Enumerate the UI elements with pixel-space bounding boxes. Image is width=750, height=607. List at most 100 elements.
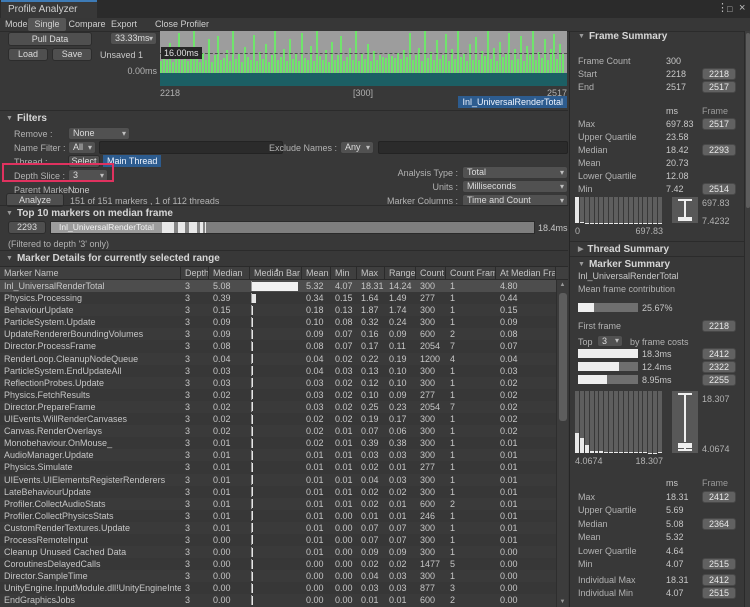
frame-link-button[interactable]: 2515 bbox=[702, 558, 736, 570]
table-row[interactable]: Physics.Simulate30.010.010.010.020.01277… bbox=[0, 461, 556, 473]
tab-profile-analyzer[interactable]: Profile Analyzer bbox=[1, 0, 97, 18]
depth-slice-dropdown[interactable]: 3 ▾ bbox=[68, 169, 108, 182]
table-cell: Inl_UniversalRenderTotal bbox=[0, 280, 181, 292]
column-header-median[interactable]: Median bbox=[209, 267, 250, 279]
exclude-mode-dropdown[interactable]: Any ▾ bbox=[340, 141, 374, 154]
remove-dropdown[interactable]: None ▾ bbox=[68, 127, 130, 140]
maximize-icon[interactable]: □ bbox=[727, 3, 732, 16]
thread-select-button[interactable]: Select bbox=[68, 155, 100, 168]
frame-link-button[interactable]: 2322 bbox=[702, 361, 736, 373]
frame-time-bar bbox=[328, 62, 330, 73]
table-row[interactable]: Canvas.RenderOverlays30.020.020.010.070.… bbox=[0, 425, 556, 437]
table-row[interactable]: Director.PrepareFrame30.020.030.020.250.… bbox=[0, 401, 556, 413]
frame-link-button[interactable]: 2517 bbox=[702, 118, 736, 130]
frame-summary-header[interactable]: ▼Frame Summary bbox=[578, 31, 667, 42]
table-scrollbar[interactable]: ▲ ▼ bbox=[556, 280, 568, 607]
table-row[interactable]: Physics.Processing30.390.340.151.641.492… bbox=[0, 292, 556, 304]
load-button[interactable]: Load bbox=[8, 48, 48, 61]
marker-details-header[interactable]: ▼Marker Details for currently selected r… bbox=[6, 253, 220, 264]
units-dropdown[interactable]: Milliseconds ▾ bbox=[462, 180, 568, 193]
top10-frame-button[interactable]: 2293 bbox=[8, 221, 46, 234]
top10-header[interactable]: ▼Top 10 markers on median frame bbox=[6, 208, 173, 219]
thread-summary-header[interactable]: ▶Thread Summary bbox=[578, 244, 669, 255]
table-row[interactable]: CustomRenderTextures.Update30.010.010.00… bbox=[0, 522, 556, 534]
exclude-names-input[interactable] bbox=[378, 141, 568, 154]
filters-header[interactable]: ▼Filters bbox=[6, 113, 47, 124]
table-cell: Director.SampleTime bbox=[0, 570, 181, 582]
table-row[interactable]: AudioManager.Update30.010.010.010.030.03… bbox=[0, 449, 556, 461]
table-row[interactable]: BehaviourUpdate30.150.180.131.871.743001… bbox=[0, 304, 556, 316]
median-bar-cell bbox=[250, 534, 302, 546]
scroll-up-icon[interactable]: ▲ bbox=[557, 282, 568, 288]
frame-link-button[interactable]: 2255 bbox=[702, 374, 736, 386]
scroll-down-icon[interactable]: ▼ bbox=[557, 599, 568, 605]
frame-link-button[interactable]: 2514 bbox=[702, 183, 736, 195]
frame-link-button[interactable]: 2218 bbox=[702, 68, 736, 80]
table-row[interactable]: Physics.FetchResults30.020.030.020.100.0… bbox=[0, 389, 556, 401]
table-row[interactable]: Inl_UniversalRenderTotal35.085.324.0718.… bbox=[0, 280, 556, 292]
save-button[interactable]: Save bbox=[52, 48, 92, 61]
column-header-at-median-frame[interactable]: At Median Frame bbox=[496, 267, 556, 279]
right-panel-scrollbar[interactable] bbox=[744, 31, 750, 607]
frame-link-button[interactable]: 2364 bbox=[702, 518, 736, 530]
table-row[interactable]: ReflectionProbes.Update30.030.030.020.12… bbox=[0, 377, 556, 389]
frame-link-button[interactable]: 2517 bbox=[702, 81, 736, 93]
column-header-count[interactable]: Count bbox=[416, 267, 446, 279]
table-row[interactable]: Director.ProcessFrame30.080.080.070.170.… bbox=[0, 340, 556, 352]
frame-link-button[interactable]: 2412 bbox=[702, 574, 736, 586]
frame-link-button[interactable]: 2412 bbox=[702, 491, 736, 503]
mode-single-button[interactable]: Single bbox=[28, 18, 66, 31]
frame-link-button[interactable]: 2412 bbox=[702, 348, 736, 360]
column-header-range[interactable]: Range bbox=[385, 267, 416, 279]
column-header-depth[interactable]: Depth bbox=[181, 267, 209, 279]
frame-time-chart[interactable]: 16.00ms bbox=[160, 31, 567, 86]
table-cell: Canvas.RenderOverlays bbox=[0, 425, 181, 437]
table-row[interactable]: RenderLoop.CleanupNodeQueue30.040.040.02… bbox=[0, 353, 556, 365]
column-header-mean[interactable]: Mean bbox=[302, 267, 331, 279]
top-n-dropdown[interactable]: 3 ▾ bbox=[597, 335, 623, 347]
table-row[interactable]: Profiler.CollectAudioStats30.010.010.010… bbox=[0, 498, 556, 510]
mode-compare-button[interactable]: Compare bbox=[67, 18, 107, 31]
column-header-median-bar[interactable]: Median Bar▴ bbox=[250, 267, 302, 279]
marker-summary-header[interactable]: ▼Marker Summary bbox=[578, 259, 670, 270]
right-panel-scrollbar-thumb[interactable] bbox=[746, 33, 750, 208]
close-icon[interactable]: × bbox=[739, 2, 745, 15]
marker-box-bottom-label: 4.0674 bbox=[702, 444, 730, 454]
table-row[interactable]: UIEvents.WillRenderCanvases30.020.020.02… bbox=[0, 413, 556, 425]
table-row[interactable]: Profiler.CollectPhysicsStats30.010.010.0… bbox=[0, 510, 556, 522]
name-filter-mode-dropdown[interactable]: All ▾ bbox=[68, 141, 96, 154]
name-filter-input[interactable] bbox=[99, 141, 283, 154]
frame-time-bar bbox=[166, 60, 168, 73]
table-row[interactable]: EndGraphicsJobs30.000.000.000.010.016002… bbox=[0, 594, 556, 606]
close-profiler-window-button[interactable]: Close Profiler Window bbox=[140, 18, 224, 31]
table-row[interactable]: ParticleSystem.EndUpdateAll30.030.040.03… bbox=[0, 365, 556, 377]
table-scrollbar-thumb[interactable] bbox=[559, 293, 567, 421]
table-row[interactable]: ProcessRemoteInput30.000.010.000.070.073… bbox=[0, 534, 556, 546]
column-header-min[interactable]: Min bbox=[331, 267, 357, 279]
table-row[interactable]: UpdateRendererBoundingVolumes30.090.090.… bbox=[0, 328, 556, 340]
table-row[interactable]: CoroutinesDelayedCalls30.000.000.000.020… bbox=[0, 558, 556, 570]
pull-data-button[interactable]: Pull Data bbox=[8, 32, 92, 46]
table-row[interactable]: Cleanup Unused Cached Data30.000.010.000… bbox=[0, 546, 556, 558]
export-button[interactable]: Export bbox=[109, 18, 139, 31]
frame-link-button[interactable]: 2218 bbox=[702, 320, 736, 332]
table-row[interactable]: Director.SampleTime30.000.000.000.040.03… bbox=[0, 570, 556, 582]
table-row[interactable]: UIEvents.UIElementsRegisterRenderers30.0… bbox=[0, 474, 556, 486]
table-cell: 0.32 bbox=[357, 316, 385, 328]
frame-link-button[interactable]: 2515 bbox=[702, 587, 736, 599]
column-header-count-frame[interactable]: Count Frame bbox=[446, 267, 496, 279]
column-header-max[interactable]: Max bbox=[357, 267, 385, 279]
table-row[interactable]: UnityEngine.InputModule.dll!UnityEngineI… bbox=[0, 582, 556, 594]
table-row[interactable]: ParticleSystem.Update30.090.100.080.320.… bbox=[0, 316, 556, 328]
table-row[interactable]: LateBehaviourUpdate30.010.010.010.020.02… bbox=[0, 486, 556, 498]
analysis-type-dropdown[interactable]: Total ▾ bbox=[462, 166, 568, 179]
table-cell: 3 bbox=[181, 316, 209, 328]
frame-time-bar bbox=[205, 60, 207, 73]
frame-link-button[interactable]: 2293 bbox=[702, 144, 736, 156]
panel-splitter[interactable] bbox=[569, 31, 570, 607]
column-header-marker-name[interactable]: Marker Name bbox=[0, 267, 181, 279]
top10-stacked-bar[interactable]: Inl_UniversalRenderTotal bbox=[50, 221, 535, 234]
scale-dropdown[interactable]: 33.33ms ▾ bbox=[110, 32, 157, 45]
table-row[interactable]: Monobehaviour.OnMouse_30.010.020.010.390… bbox=[0, 437, 556, 449]
frame-time-bar bbox=[481, 51, 483, 73]
